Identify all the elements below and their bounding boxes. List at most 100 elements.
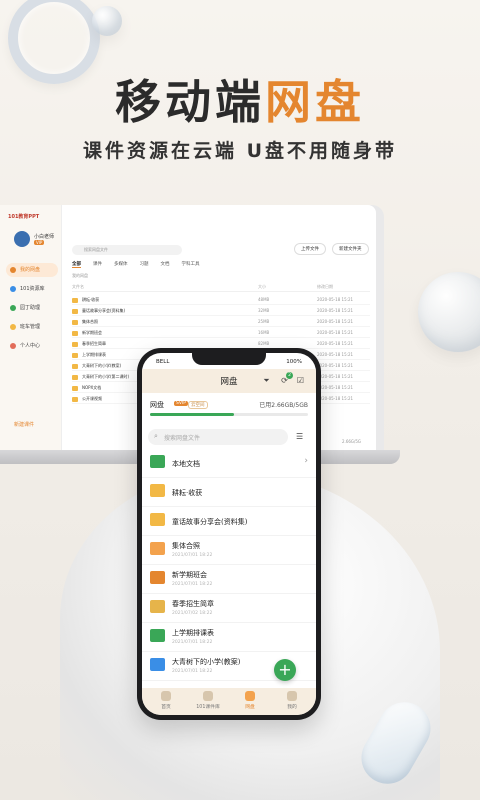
table-row[interactable]: 新学期班会 16MB 2020-05-18 15:21: [72, 327, 370, 338]
subline: 课件资源在云端 U盘不用随身带: [82, 140, 398, 162]
select-icon[interactable]: ☑: [296, 376, 305, 385]
file-icon: [72, 308, 78, 314]
image-icon: [150, 600, 165, 613]
list-item[interactable]: 春季招生简章 2021/07/02 18:22: [142, 594, 316, 623]
tab-item[interactable]: 多媒体: [114, 262, 128, 267]
add-button[interactable]: +: [274, 659, 296, 681]
tab-item[interactable]: 全部: [72, 262, 81, 268]
file-icon: [72, 330, 78, 336]
tab-item[interactable]: 学科工具: [182, 262, 200, 267]
quota-label: 网盘: [150, 401, 164, 409]
file-icon: [72, 396, 78, 402]
file-name: 本地文档: [172, 460, 200, 468]
file-name: 耕耘·收获: [172, 489, 203, 497]
file-date: 2020-05-18 15:21: [317, 308, 354, 313]
list-item[interactable]: 集体合照 2021/07/01 18:22: [142, 536, 316, 565]
new-folder-button[interactable]: 新建文件夹: [332, 243, 369, 255]
laptop-sidebar: 101教育PPT 小白老师 VIP 我的网盘 101资源库 园丁助理 班车管理 个人中心…: [0, 205, 62, 450]
sidebar-item-icon: [10, 343, 16, 349]
file-name: 大青树下的小学(教案): [172, 658, 241, 666]
document-icon: [150, 658, 165, 671]
tab-icon: [203, 691, 213, 701]
capacity-text: 2.66G/5G: [342, 439, 361, 444]
sidebar-item[interactable]: 园丁助理: [6, 301, 58, 315]
spreadsheet-icon: [150, 629, 165, 642]
search-input[interactable]: ⌕ 搜索网盘文件: [148, 429, 288, 445]
file-date: 2020-05-18 15:21: [317, 363, 354, 368]
tab-label: 101课件库: [196, 705, 220, 710]
list-item[interactable]: 新学期班会 2021/07/01 18:22: [142, 565, 316, 594]
table-row[interactable]: 集体合照 25MB 2020-05-18 15:21: [72, 316, 370, 327]
tab-label: 我的: [287, 705, 297, 710]
filter-icon[interactable]: ⏷: [262, 376, 271, 385]
tab-item[interactable]: 课件: [93, 262, 102, 267]
quota-tag: 云空间: [188, 401, 208, 409]
file-name: 上学期排课表: [172, 629, 214, 637]
file-date: 2020-05-18 15:21: [317, 352, 354, 357]
sidebar-item-icon: [10, 267, 16, 273]
folder-icon: [150, 513, 165, 526]
search-icon: ⌕: [154, 432, 158, 440]
table-row[interactable]: 童话故事分享会(资料集) 32MB 2020-05-18 15:21: [72, 305, 370, 316]
top-bar: 网盘 ⏷ ⟳ 2 ☑: [142, 369, 316, 393]
laptop-tabs: 全部 课件 多媒体 习题 文档 学科工具: [72, 261, 212, 268]
tab-bar-item[interactable]: 首页: [146, 691, 186, 710]
tab-item[interactable]: 文档: [161, 262, 170, 267]
file-icon: [72, 297, 78, 303]
tab-bar: 首页 101课件库 网盘 我的: [142, 688, 316, 715]
file-meta: 2021/07/01 18:22: [172, 640, 213, 645]
file-name: 集体合照: [172, 542, 200, 550]
list-item[interactable]: 上学期排课表 2021/07/01 18:22: [142, 623, 316, 652]
laptop-search-input[interactable]: 搜索网盘文件: [72, 245, 182, 255]
file-date: 2020-05-18 15:21: [317, 330, 354, 335]
phone-screen: BELL 100% 网盘 ⏷ ⟳ 2 ☑ 网盘 SVIP 云空间 已用2.66G…: [142, 353, 316, 715]
file-name: 新学期班会: [82, 330, 102, 335]
file-date: 2020-05-18 15:21: [317, 341, 354, 346]
tab-item[interactable]: 习题: [140, 262, 149, 267]
file-icon: [72, 341, 78, 347]
list-item[interactable]: 童话故事分享会(资料集): [142, 507, 316, 536]
upload-button[interactable]: 上传文件: [294, 243, 326, 255]
file-name: NOPX文档: [82, 385, 102, 390]
sidebar-item[interactable]: 班车管理: [6, 320, 58, 334]
file-meta: 2021/07/01 18:22: [172, 669, 213, 674]
list-item[interactable]: 耕耘·收获: [142, 478, 316, 507]
carrier-label: BELL: [156, 359, 170, 365]
file-name: 大青树下的小学(教案): [82, 363, 122, 368]
sidebar-item[interactable]: 101资源库: [6, 282, 58, 296]
sidebar-item-label: 园丁助理: [20, 305, 41, 311]
sort-icon[interactable]: ☰: [296, 432, 303, 441]
list-item[interactable]: 本地文档 ›: [142, 449, 316, 478]
file-size: 16MB: [258, 330, 270, 335]
chevron-right-icon: ›: [304, 456, 308, 466]
file-icon: [72, 374, 78, 380]
file-name: 公开课视频: [82, 396, 102, 401]
file-name: 集体合照: [82, 319, 98, 324]
avatar[interactable]: [14, 231, 30, 247]
svip-badge: SVIP: [174, 401, 188, 406]
ppt-icon: [150, 571, 165, 584]
quota-progress-fill: [150, 413, 235, 416]
sidebar-item-icon: [10, 286, 16, 292]
folder-icon: [150, 455, 165, 468]
table-header: 文件名 大小 修改日期: [72, 284, 370, 292]
file-size: 32MB: [258, 308, 270, 313]
phone-frame: BELL 100% 网盘 ⏷ ⟳ 2 ☑ 网盘 SVIP 云空间 已用2.66G…: [137, 348, 321, 720]
tab-bar-item[interactable]: 我的: [272, 691, 312, 710]
sidebar-item-label: 101资源库: [20, 286, 45, 292]
app-logo: 101教育PPT: [8, 214, 40, 220]
file-date: 2020-05-18 15:21: [317, 396, 354, 401]
search-row: ⌕ 搜索网盘文件 ☰: [148, 429, 310, 445]
folder-icon: [150, 484, 165, 497]
file-date: 2020-05-18 15:21: [317, 385, 354, 390]
file-meta: 2021/07/02 18:22: [172, 611, 213, 616]
tab-bar-item[interactable]: 网盘: [230, 691, 270, 710]
file-icon: [72, 352, 78, 358]
table-row[interactable]: 耕耘·收获 48MB 2020-05-18 15:21: [72, 294, 370, 305]
breadcrumb: 我的网盘: [72, 273, 88, 278]
quota-panel: 网盘 SVIP 云空间 已用2.66GB/5GB: [142, 393, 316, 427]
new-class-button[interactable]: 新建课件: [14, 421, 34, 428]
sidebar-item[interactable]: 我的网盘: [6, 263, 58, 277]
sidebar-item[interactable]: 个人中心: [6, 339, 58, 353]
tab-bar-item[interactable]: 101课件库: [188, 691, 228, 710]
